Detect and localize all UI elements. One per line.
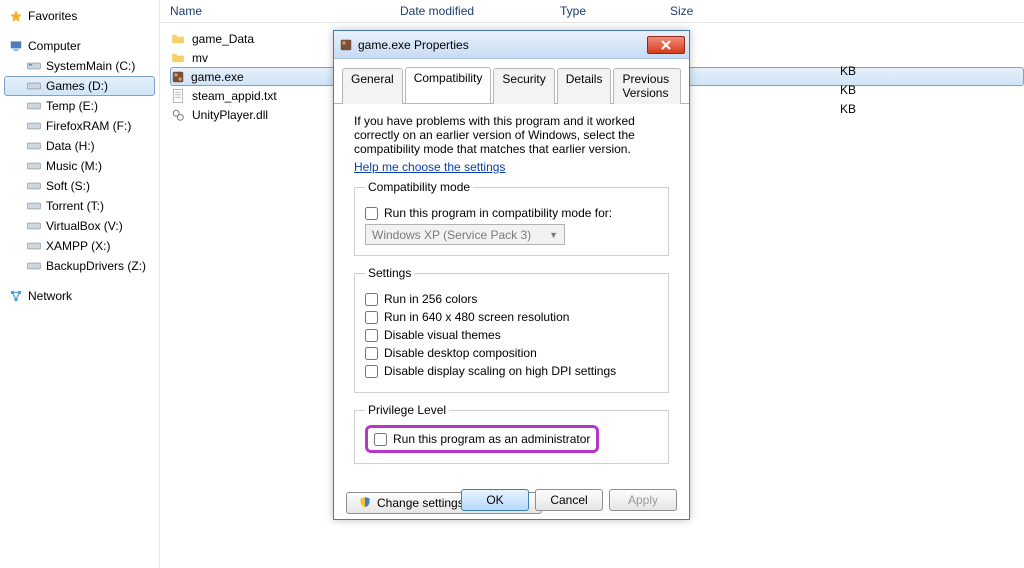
dialog-title: game.exe Properties: [358, 38, 647, 52]
tab-compatibility[interactable]: Compatibility: [405, 67, 492, 103]
chk-compat-label: Run this program in compatibility mode f…: [384, 206, 612, 220]
nav-drive-label: Torrent (T:): [46, 199, 104, 213]
nav-network[interactable]: Network: [4, 286, 155, 306]
compat-description: If you have problems with this program a…: [354, 114, 669, 156]
btn-apply[interactable]: Apply: [609, 489, 677, 511]
nav-drive-label: Music (M:): [46, 159, 102, 173]
nav-drive-e[interactable]: Temp (E:): [4, 96, 155, 116]
nav-drive-label: Games (D:): [46, 79, 108, 93]
btn-ok[interactable]: OK: [461, 489, 529, 511]
folder-icon: [170, 50, 186, 66]
col-type[interactable]: Type: [560, 4, 670, 18]
chk-desktop-label: Disable desktop composition: [384, 346, 537, 360]
drive-icon: [26, 218, 42, 234]
drive-icon: [26, 78, 42, 94]
dialog-titlebar[interactable]: game.exe Properties: [334, 31, 689, 59]
nav-drive-x[interactable]: XAMPP (X:): [4, 236, 155, 256]
nav-drive-label: XAMPP (X:): [46, 239, 110, 253]
nav-pane: Favorites Computer SystemMain (C:) Games…: [0, 0, 160, 568]
nav-drive-label: SystemMain (C:): [46, 59, 135, 73]
combo-value: Windows XP (Service Pack 3): [372, 228, 531, 242]
chk-dpi-scaling[interactable]: [365, 365, 378, 378]
chk-640-label: Run in 640 x 480 screen resolution: [384, 310, 569, 324]
chevron-down-icon: ▼: [549, 230, 558, 240]
folder-icon: [170, 31, 186, 47]
chk-256-label: Run in 256 colors: [384, 292, 477, 306]
tab-body: If you have problems with this program a…: [342, 104, 681, 484]
nav-drive-label: Data (H:): [46, 139, 95, 153]
close-icon: [661, 40, 671, 50]
dll-icon: [170, 107, 186, 123]
nav-drive-h[interactable]: Data (H:): [4, 136, 155, 156]
tab-security[interactable]: Security: [493, 68, 554, 104]
chk-256colors[interactable]: [365, 293, 378, 306]
chk-visual-themes[interactable]: [365, 329, 378, 342]
file-size: KB: [840, 61, 856, 80]
chk-compat-mode[interactable]: [365, 207, 378, 220]
nav-drive-label: Soft (S:): [46, 179, 90, 193]
drive-icon: [26, 138, 42, 154]
nav-drive-z[interactable]: BackupDrivers (Z:): [4, 256, 155, 276]
nav-drive-label: Temp (E:): [46, 99, 98, 113]
col-date[interactable]: Date modified: [400, 4, 560, 18]
chk-desktop-comp[interactable]: [365, 347, 378, 360]
properties-dialog: game.exe Properties General Compatibilit…: [333, 30, 690, 520]
nav-drive-d[interactable]: Games (D:): [4, 76, 155, 96]
group-settings-legend: Settings: [365, 266, 414, 280]
nav-network-label: Network: [28, 289, 72, 303]
chk-dpi-label: Disable display scaling on high DPI sett…: [384, 364, 616, 378]
nav-computer[interactable]: Computer: [4, 36, 155, 56]
txt-icon: [170, 88, 186, 104]
file-size: KB: [840, 99, 856, 118]
tab-general[interactable]: General: [342, 68, 403, 104]
col-size[interactable]: Size: [670, 4, 780, 18]
file-size: KB: [840, 80, 856, 99]
combo-winver[interactable]: Windows XP (Service Pack 3) ▼: [365, 224, 565, 245]
chk-run-admin[interactable]: [374, 433, 387, 446]
drive-icon: [26, 58, 42, 74]
nav-drive-v[interactable]: VirtualBox (V:): [4, 216, 155, 236]
group-privilege: Privilege Level Run this program as an a…: [354, 403, 669, 464]
drive-icon: [26, 258, 42, 274]
chk-640x480[interactable]: [365, 311, 378, 324]
btn-cancel[interactable]: Cancel: [535, 489, 603, 511]
drive-icon: [26, 118, 42, 134]
col-name[interactable]: Name: [170, 4, 400, 18]
app-icon: [338, 37, 354, 53]
drive-icon: [26, 158, 42, 174]
help-link[interactable]: Help me choose the settings: [354, 160, 505, 174]
drive-icon: [26, 178, 42, 194]
nav-computer-label: Computer: [28, 39, 81, 53]
nav-drive-t[interactable]: Torrent (T:): [4, 196, 155, 216]
column-headers: Name Date modified Type Size: [160, 0, 1024, 23]
drive-icon: [26, 238, 42, 254]
drive-icon: [26, 98, 42, 114]
nav-drive-f[interactable]: FirefoxRAM (F:): [4, 116, 155, 136]
tab-details[interactable]: Details: [557, 68, 612, 104]
nav-drive-m[interactable]: Music (M:): [4, 156, 155, 176]
tab-strip: General Compatibility Security Details P…: [334, 59, 689, 104]
group-settings: Settings Run in 256 colors Run in 640 x …: [354, 266, 669, 393]
star-icon: [8, 8, 24, 24]
app-icon: [170, 69, 186, 85]
drive-icon: [26, 198, 42, 214]
chk-admin-label: Run this program as an administrator: [393, 432, 590, 446]
nav-drive-c[interactable]: SystemMain (C:): [4, 56, 155, 76]
nav-favorites-label: Favorites: [28, 9, 77, 23]
nav-favorites[interactable]: Favorites: [4, 6, 155, 26]
group-priv-legend: Privilege Level: [365, 403, 449, 417]
nav-drive-label: BackupDrivers (Z:): [46, 259, 146, 273]
nav-drive-label: VirtualBox (V:): [46, 219, 123, 233]
computer-icon: [8, 38, 24, 54]
nav-drive-label: FirefoxRAM (F:): [46, 119, 131, 133]
chk-themes-label: Disable visual themes: [384, 328, 501, 342]
nav-drive-s[interactable]: Soft (S:): [4, 176, 155, 196]
highlight-run-admin: Run this program as an administrator: [365, 425, 599, 453]
shield-icon: [359, 496, 373, 510]
network-icon: [8, 288, 24, 304]
group-compat-mode: Compatibility mode Run this program in c…: [354, 180, 669, 256]
tab-previous[interactable]: Previous Versions: [613, 68, 681, 104]
close-button[interactable]: [647, 36, 685, 54]
group-compat-legend: Compatibility mode: [365, 180, 473, 194]
